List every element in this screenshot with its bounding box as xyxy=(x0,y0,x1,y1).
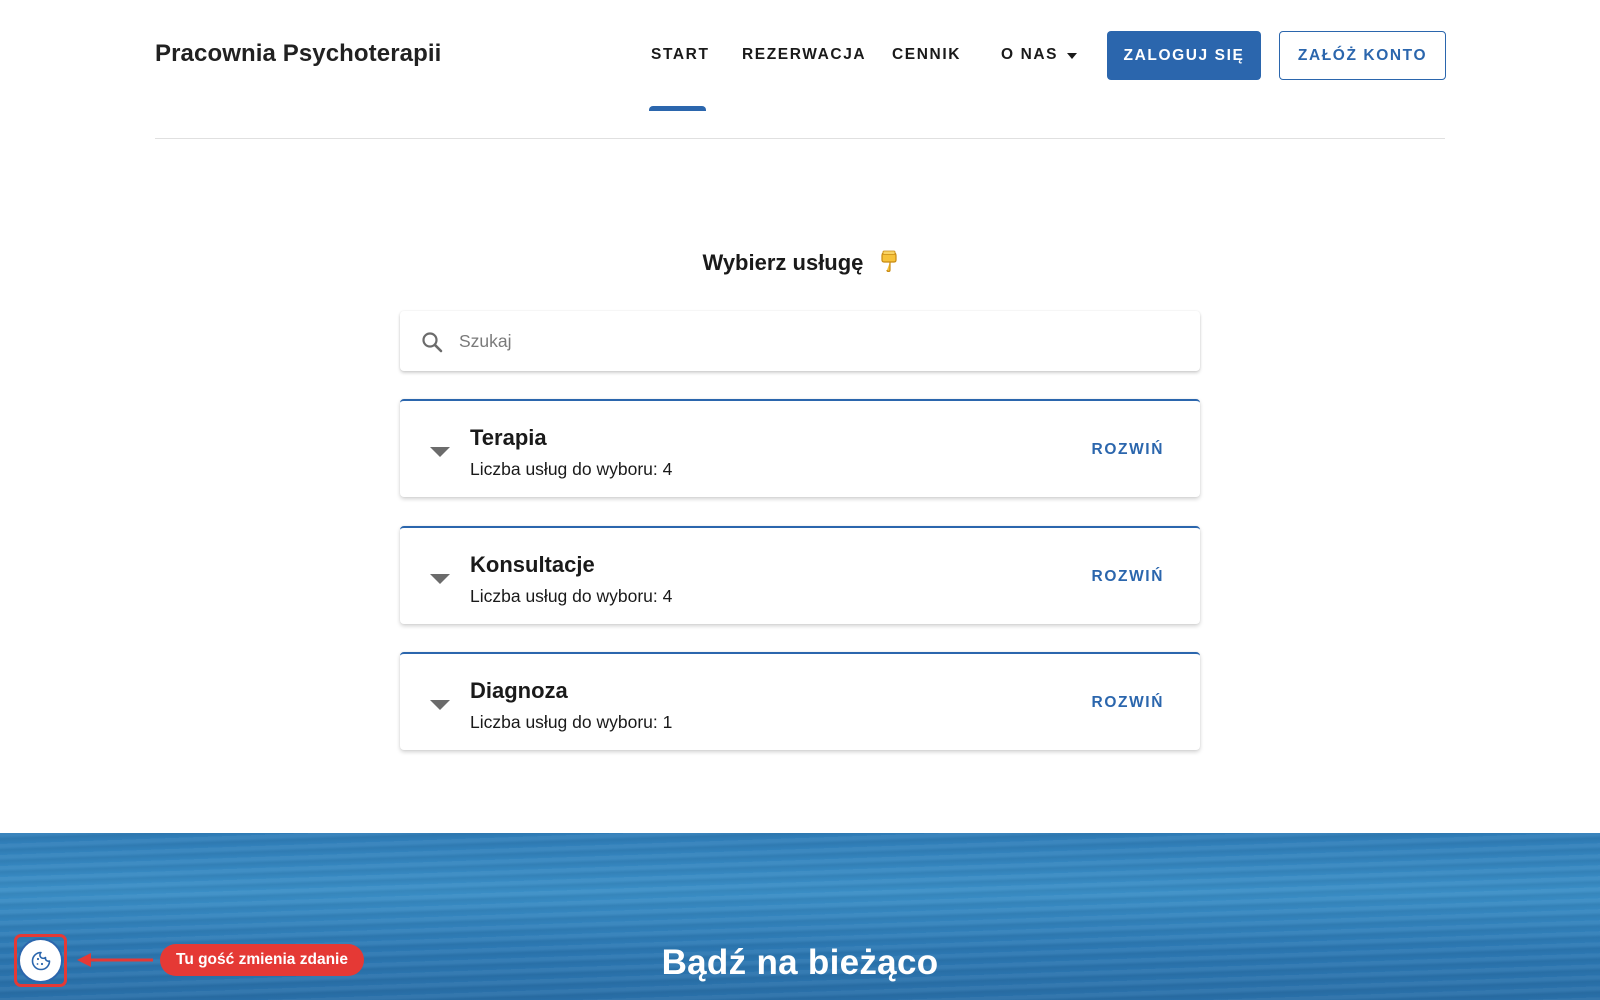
service-count: Liczba usług do wyboru: 4 xyxy=(470,586,673,606)
header-divider xyxy=(155,138,1445,139)
header: Pracownia Psychoterapii START REZERWACJA… xyxy=(0,0,1600,140)
nav-item-start[interactable]: START xyxy=(651,46,710,64)
annotation-arrow-icon xyxy=(77,953,153,967)
expand-button[interactable]: ROZWIŃ xyxy=(1092,568,1164,586)
register-button[interactable]: ZAŁÓŻ KONTO xyxy=(1279,31,1446,80)
cookie-icon xyxy=(31,951,51,971)
active-tab-indicator xyxy=(649,106,706,111)
chevron-down-icon xyxy=(430,447,450,457)
annotation-label: Tu gość zmienia zdanie xyxy=(160,944,364,976)
expand-button[interactable]: ROZWIŃ xyxy=(1092,441,1164,459)
login-button[interactable]: ZALOGUJ SIĘ xyxy=(1107,31,1261,80)
section-title-text: Wybierz usługę xyxy=(702,250,864,275)
cookie-settings-button[interactable] xyxy=(18,938,63,983)
service-card-terapia[interactable]: Terapia Liczba usług do wyboru: 4 ROZWIŃ xyxy=(400,399,1200,497)
service-name: Konsultacje xyxy=(470,552,595,577)
service-card-diagnoza[interactable]: Diagnoza Liczba usług do wyboru: 1 ROZWI… xyxy=(400,652,1200,750)
chevron-down-icon xyxy=(430,574,450,584)
caret-down-icon xyxy=(1067,52,1078,59)
nav-item-o-nas[interactable]: O NAS xyxy=(1001,46,1078,64)
chevron-down-icon xyxy=(430,700,450,710)
service-card-konsultacje[interactable]: Konsultacje Liczba usług do wyboru: 4 RO… xyxy=(400,526,1200,624)
service-name: Terapia xyxy=(470,425,547,450)
nav-item-rezerwacja[interactable]: REZERWACJA xyxy=(742,46,866,64)
pointing-down-hand-icon xyxy=(880,250,898,278)
nav-item-cennik[interactable]: CENNIK xyxy=(892,46,961,64)
search-icon xyxy=(422,332,443,353)
nav-item-o-nas-label: O NAS xyxy=(1001,46,1059,63)
expand-button[interactable]: ROZWIŃ xyxy=(1092,694,1164,712)
service-name: Diagnoza xyxy=(470,678,568,703)
section-title: Wybierz usługę xyxy=(0,250,1600,278)
service-count: Liczba usług do wyboru: 4 xyxy=(470,459,673,479)
search-box xyxy=(400,311,1200,371)
site-brand[interactable]: Pracownia Psychoterapii xyxy=(155,40,441,68)
service-count: Liczba usług do wyboru: 1 xyxy=(470,712,673,732)
search-input[interactable] xyxy=(457,311,1177,371)
